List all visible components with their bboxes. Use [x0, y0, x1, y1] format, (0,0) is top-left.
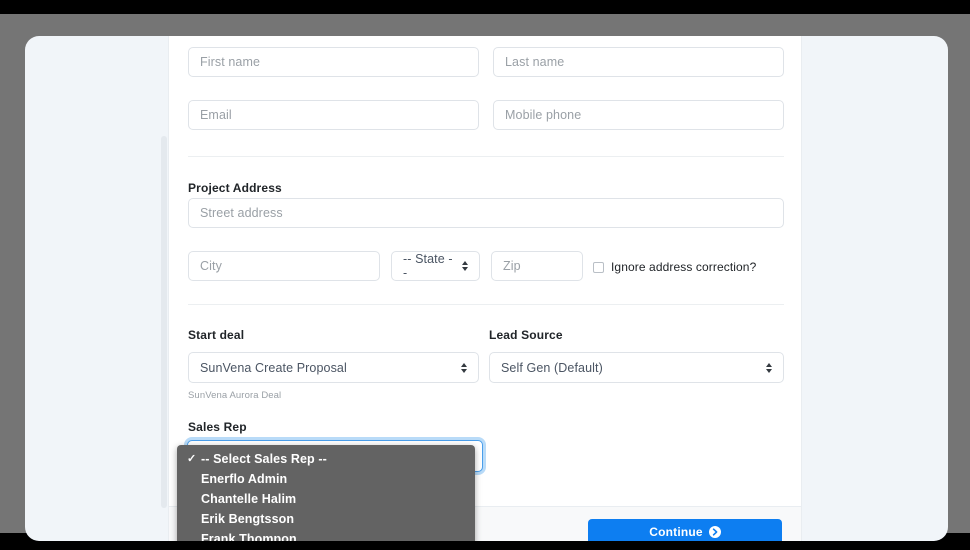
start-deal-select[interactable]: SunVena Create Proposal: [188, 352, 479, 383]
form-card: First name Last name Email Mobile phone …: [168, 36, 802, 506]
dropdown-option[interactable]: ✓ -- Select Sales Rep --: [177, 449, 475, 469]
check-icon: ✓: [187, 452, 197, 465]
sales-rep-label: Sales Rep: [188, 420, 247, 434]
dropdown-option-label: Frank Thompon: [201, 532, 297, 541]
chevron-updown-icon: [766, 362, 772, 373]
mobile-phone-input[interactable]: Mobile phone: [493, 100, 784, 130]
dropdown-option-label: Erik Bengtsson: [201, 512, 295, 526]
continue-button[interactable]: Continue: [588, 519, 782, 541]
state-select[interactable]: -- State --: [391, 251, 480, 281]
chevron-updown-icon: [461, 362, 467, 373]
dropdown-option-label: Chantelle Halim: [201, 492, 297, 506]
dropdown-option[interactable]: Erik Bengtsson: [177, 509, 475, 529]
chevron-updown-icon: [462, 261, 468, 271]
first-name-input[interactable]: First name: [188, 47, 479, 77]
last-name-input[interactable]: Last name: [493, 47, 784, 77]
street-address-input[interactable]: Street address: [188, 198, 784, 228]
app-panel: First name Last name Email Mobile phone …: [25, 36, 948, 541]
start-deal-help-text: SunVena Aurora Deal: [188, 390, 282, 401]
screen: First name Last name Email Mobile phone …: [0, 0, 970, 550]
dropdown-option[interactable]: Chantelle Halim: [177, 489, 475, 509]
ignore-address-correction-checkbox-row[interactable]: Ignore address correction?: [593, 260, 756, 274]
lead-source-label: Lead Source: [489, 328, 563, 342]
zip-input[interactable]: Zip: [491, 251, 583, 281]
dropdown-option-label: Enerflo Admin: [201, 472, 288, 486]
ignore-address-correction-label: Ignore address correction?: [611, 260, 757, 274]
dropdown-option[interactable]: Frank Thompon: [177, 529, 475, 541]
continue-button-label: Continue: [649, 525, 703, 539]
divider-address: [188, 304, 784, 305]
state-select-value: -- State --: [403, 252, 453, 280]
project-address-heading: Project Address: [188, 181, 282, 195]
dropdown-option[interactable]: Enerflo Admin: [177, 469, 475, 489]
start-deal-value: SunVena Create Proposal: [200, 360, 347, 375]
arrow-right-circle-icon: [708, 526, 721, 538]
city-input[interactable]: City: [188, 251, 380, 281]
checkbox-icon[interactable]: [593, 261, 604, 273]
lead-source-value: Self Gen (Default): [501, 360, 603, 375]
divider-contact: [188, 156, 784, 157]
start-deal-label: Start deal: [188, 328, 245, 342]
sales-rep-dropdown-list[interactable]: ✓ -- Select Sales Rep -- Enerflo Admin C…: [177, 445, 475, 541]
window-frame: First name Last name Email Mobile phone …: [0, 14, 970, 541]
lead-source-select[interactable]: Self Gen (Default): [489, 352, 784, 383]
dropdown-option-label: -- Select Sales Rep --: [201, 452, 327, 466]
email-input[interactable]: Email: [188, 100, 479, 130]
panel-scrollbar[interactable]: [161, 136, 167, 508]
